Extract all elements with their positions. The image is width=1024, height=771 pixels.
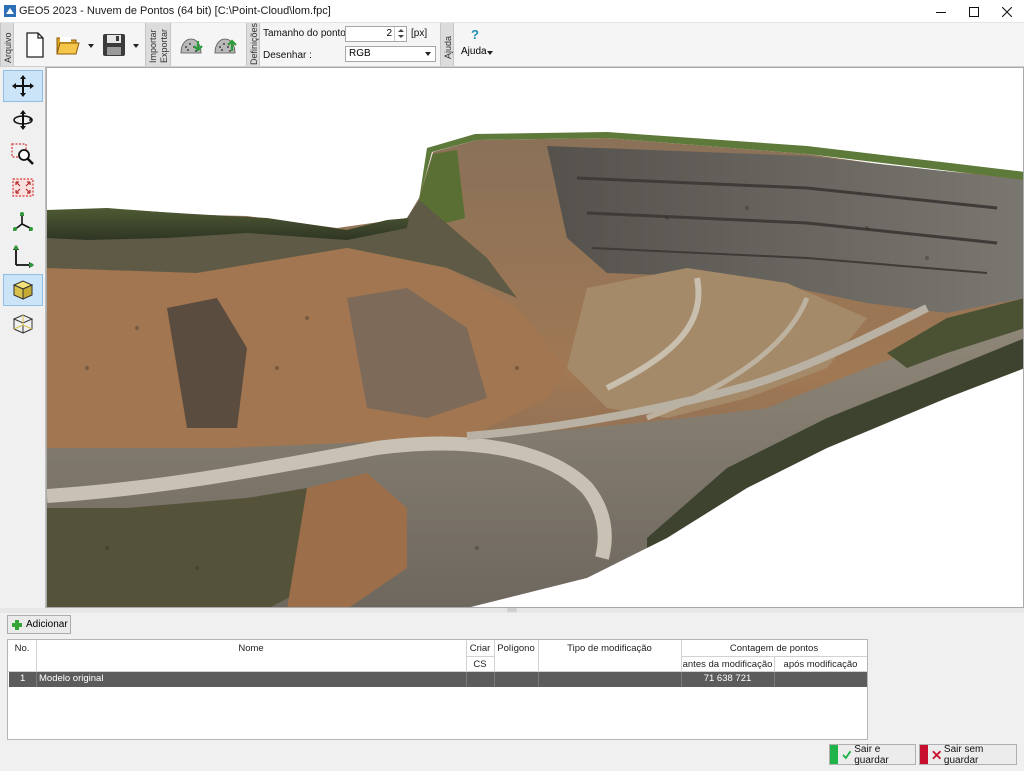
tab-help[interactable]: Ajuda [440,23,454,66]
new-file-icon [26,32,44,58]
help-icon: ? [471,27,479,42]
point-size-label: Tamanho do ponto : [263,28,352,39]
tab-file[interactable]: Arquivo [0,23,14,66]
save-file-button[interactable] [101,29,127,61]
col-header-no: No. [14,643,30,654]
axes-3d-button[interactable] [3,206,43,238]
green-bar-icon [830,745,838,764]
row-no: 1 [20,673,26,684]
plus-icon [12,619,22,630]
save-menu-caret-icon[interactable] [133,44,139,48]
save-and-exit-button[interactable]: Sair e guardar [829,743,916,766]
close-button[interactable] [990,0,1024,23]
help-menu-caret-icon [487,51,493,55]
row-name: Modelo original [39,673,104,684]
import-button[interactable] [178,29,206,61]
help-button[interactable]: ? Ajuda [459,25,495,63]
point-size-unit: [px] [411,28,428,39]
open-file-button[interactable] [55,29,81,61]
cross-icon [931,750,941,759]
move-icon [12,75,34,97]
tab-export-label: Exportar [159,28,169,63]
col-header-polygon: Polígono [497,643,535,654]
col-header-before: antes da modificação [682,659,773,670]
draw-label: Desenhar : [263,50,312,61]
tab-import-export[interactable]: Importar Exportar [145,23,171,66]
add-button[interactable]: Adicionar [7,615,71,634]
maximize-button[interactable] [957,0,991,23]
export-button[interactable] [212,29,240,61]
point-cloud-viewport[interactable] [46,67,1024,608]
title-bar: GEO5 2023 - Nuvem de Pontos (64 bit) [C:… [0,0,1024,23]
minimize-icon [936,11,946,13]
pan-tool-button[interactable] [3,70,43,102]
col-header-after: após modificação [783,659,858,670]
point-size-stepper[interactable]: 2 [345,26,407,42]
tab-settings[interactable]: Definições [246,23,260,66]
wireframe-view-button[interactable] [3,308,43,340]
zoom-extents-icon [12,178,34,197]
axes-2d-icon [13,245,34,268]
quarry-point-cloud-image [47,132,1023,607]
draw-mode-value: RGB [349,48,371,59]
import-cloud-icon [180,38,203,54]
tab-file-label: Arquivo [3,32,13,63]
col-header-point-count: Contagem de pontos [729,643,819,654]
splitter-grip-icon[interactable] [507,608,517,612]
app-logo-icon [4,5,16,17]
zoom-extents-button[interactable] [3,172,43,204]
tab-settings-label: Definições [249,22,259,65]
tab-import-label: Importar [148,29,158,63]
help-label: Ajuda [461,46,487,57]
solid-view-button[interactable] [3,274,43,306]
save-disk-icon [103,34,125,56]
rotate-icon [13,110,33,130]
open-menu-caret-icon[interactable] [88,44,94,48]
window-title: GEO5 2023 - Nuvem de Pontos (64 bit) [C:… [19,5,331,17]
col-header-mod-type: Tipo de modificação [567,643,652,654]
draw-mode-select[interactable]: RGB [345,46,436,62]
add-button-label: Adicionar [26,619,68,630]
models-table: No. Nome Criar CS Polígono Tipo de modif… [7,639,868,740]
point-size-value: 2 [386,28,392,39]
view-tools-sidebar [0,67,46,608]
open-folder-icon [56,37,80,55]
zoom-window-button[interactable] [3,138,43,170]
col-header-cs: CS [473,659,487,670]
close-icon [1002,6,1012,17]
new-file-button[interactable] [22,29,48,61]
maximize-icon [969,6,979,17]
exit-without-saving-label: Sair sem guardar [943,743,984,766]
axes-3d-icon [13,212,33,231]
axes-2d-button[interactable] [3,240,43,272]
rotate-tool-button[interactable] [3,104,43,136]
zoom-window-icon [11,143,34,165]
red-bar-icon [920,745,928,764]
exit-without-saving-button[interactable]: Sair sem guardar [919,743,1017,766]
minimize-button[interactable] [924,0,958,23]
solid-box-icon [12,280,34,300]
col-header-create: Criar [469,643,491,654]
toolbar: Arquivo Importar Exportar Definições Tam… [0,23,1024,67]
export-cloud-icon [214,38,237,54]
stepper-arrows-icon[interactable] [394,27,406,41]
check-icon [841,750,852,759]
col-header-name: Nome [238,643,264,654]
chevron-down-icon [425,52,431,56]
save-and-exit-label: Sair e guardar [854,743,889,766]
tab-help-label: Ajuda [443,35,453,59]
row-count-before: 71 638 721 [703,673,752,684]
wire-box-icon [12,314,34,334]
